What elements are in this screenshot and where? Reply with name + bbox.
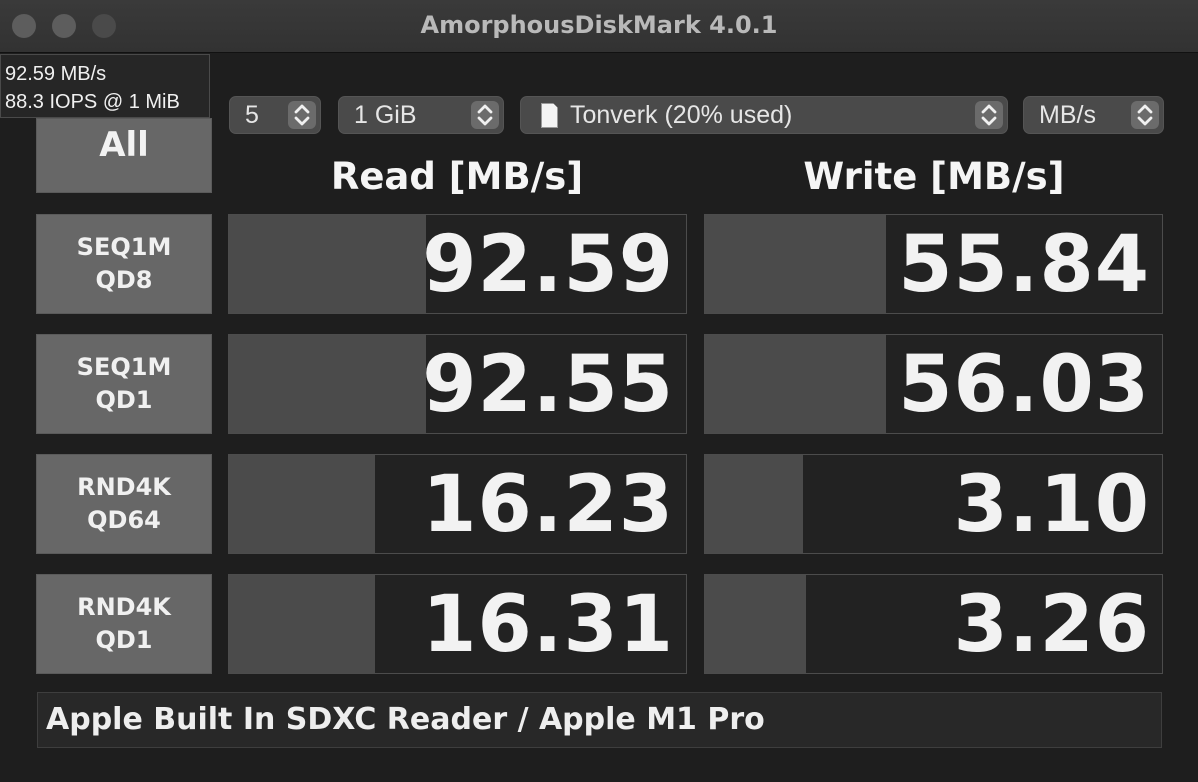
write-result-cell: 56.03 bbox=[704, 334, 1163, 434]
read-result-value: 92.59 bbox=[422, 220, 674, 310]
write-result-cell: 55.84 bbox=[704, 214, 1163, 314]
test-button-rnd4k-qd64[interactable]: RND4K QD64 bbox=[36, 454, 212, 554]
unit-select[interactable]: MB/s bbox=[1023, 96, 1164, 134]
chevron-updown-icon bbox=[1131, 101, 1159, 129]
read-result-cell: 92.55 bbox=[228, 334, 687, 434]
write-result-cell: 3.26 bbox=[704, 574, 1163, 674]
read-result-bar bbox=[229, 455, 376, 553]
test-button-seq1m-qd1[interactable]: SEQ1M QD1 bbox=[36, 334, 212, 434]
test-button-rnd4k-qd1[interactable]: RND4K QD1 bbox=[36, 574, 212, 674]
write-column-header: Write [MB/s] bbox=[803, 155, 1065, 198]
test-label-line2: QD8 bbox=[95, 266, 153, 294]
title-bar: AmorphousDiskMark 4.0.1 bbox=[0, 0, 1198, 53]
write-result-bar bbox=[705, 335, 886, 433]
test-size-value: 1 GiB bbox=[354, 101, 417, 129]
tooltip-iops: 88.3 IOPS @ 1 MiB bbox=[5, 91, 180, 113]
read-result-cell: 92.59 bbox=[228, 214, 687, 314]
test-label-line1: RND4K bbox=[77, 473, 171, 501]
unit-value: MB/s bbox=[1039, 101, 1096, 129]
write-result-value: 55.84 bbox=[898, 220, 1150, 310]
run-all-button[interactable]: All bbox=[36, 118, 212, 193]
target-drive-select[interactable]: Tonverk (20% used) bbox=[520, 96, 1008, 134]
write-result-bar bbox=[705, 215, 886, 313]
read-result-cell: 16.31 bbox=[228, 574, 687, 674]
write-result-value: 3.10 bbox=[953, 460, 1150, 550]
write-result-value: 3.26 bbox=[953, 580, 1150, 670]
read-result-value: 16.23 bbox=[422, 460, 674, 550]
test-label-line1: SEQ1M bbox=[76, 233, 172, 261]
test-label-line2: QD1 bbox=[95, 626, 153, 654]
chevron-updown-icon bbox=[975, 101, 1003, 129]
test-label-line1: RND4K bbox=[77, 593, 171, 621]
test-count-value: 5 bbox=[245, 101, 259, 129]
device-info-field[interactable]: Apple Built In SDXC Reader / Apple M1 Pr… bbox=[37, 692, 1162, 748]
test-label-line2: QD64 bbox=[87, 506, 161, 534]
window-title: AmorphousDiskMark 4.0.1 bbox=[420, 11, 778, 39]
tooltip-throughput: 92.59 MB/s bbox=[5, 63, 107, 85]
test-count-select[interactable]: 5 bbox=[229, 96, 321, 134]
write-result-cell: 3.10 bbox=[704, 454, 1163, 554]
read-result-bar bbox=[229, 575, 376, 673]
write-result-bar bbox=[705, 455, 804, 553]
result-tooltip: 92.59 MB/s 88.3 IOPS @ 1 MiB bbox=[0, 54, 210, 118]
read-result-value: 16.31 bbox=[422, 580, 674, 670]
test-button-seq1m-qd8[interactable]: SEQ1M QD8 bbox=[36, 214, 212, 314]
test-label-line1: SEQ1M bbox=[76, 353, 172, 381]
chevron-updown-icon bbox=[288, 101, 316, 129]
read-result-cell: 16.23 bbox=[228, 454, 687, 554]
write-result-bar bbox=[705, 575, 806, 673]
target-drive-value: Tonverk (20% used) bbox=[570, 101, 793, 129]
read-result-bar bbox=[229, 215, 426, 313]
read-column-header: Read [MB/s] bbox=[330, 155, 584, 198]
sd-card-icon bbox=[541, 103, 558, 128]
write-result-value: 56.03 bbox=[898, 340, 1150, 430]
read-result-value: 92.55 bbox=[422, 340, 674, 430]
test-size-select[interactable]: 1 GiB bbox=[338, 96, 504, 134]
read-result-bar bbox=[229, 335, 426, 433]
chevron-updown-icon bbox=[471, 101, 499, 129]
test-label-line2: QD1 bbox=[95, 386, 153, 414]
